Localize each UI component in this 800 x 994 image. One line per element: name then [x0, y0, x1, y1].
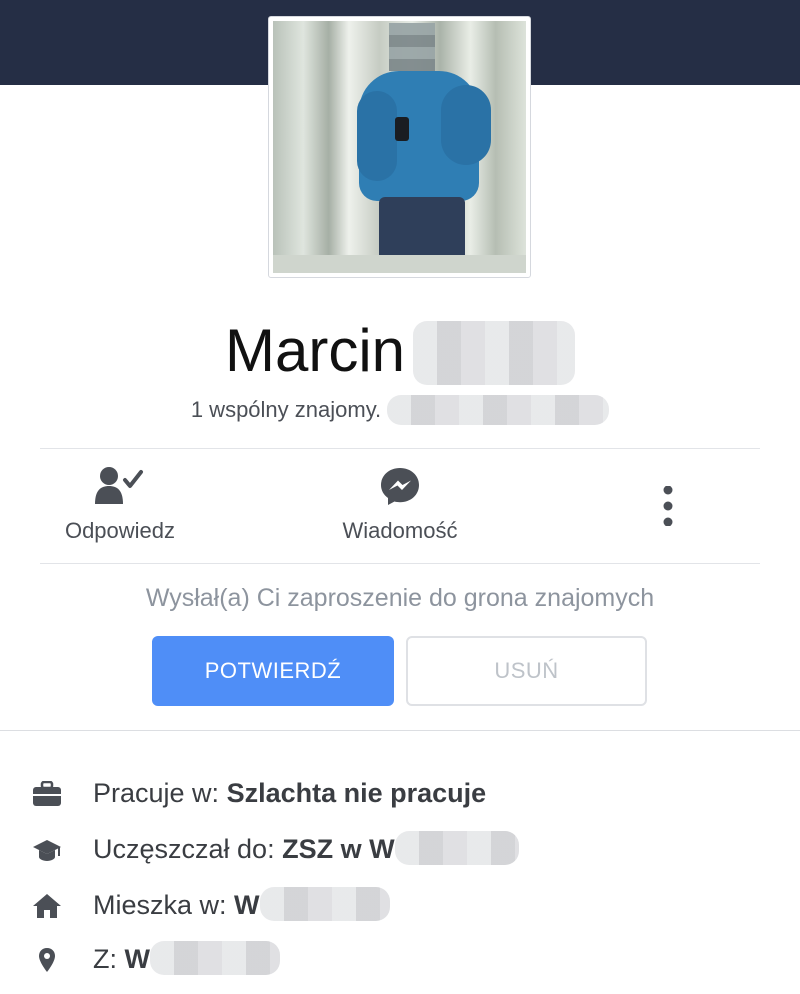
more-vertical-icon — [663, 486, 673, 526]
briefcase-icon — [33, 781, 61, 806]
more-options-button[interactable] — [640, 450, 696, 562]
info-from: Z: W — [0, 934, 800, 984]
from-value[interactable]: W — [125, 944, 150, 974]
mutual-friends-text: 1 wspólny znajomy. — [190, 397, 382, 422]
redacted-surname — [413, 321, 576, 385]
divider-top — [40, 448, 760, 449]
reply-label: Odpowiedz — [64, 518, 176, 543]
confirm-button[interactable]: POTWIERDŹ — [152, 636, 394, 706]
profile-photo[interactable] — [268, 16, 531, 278]
work-value[interactable]: Szlachta nie pracuje — [227, 778, 487, 808]
location-pin-icon — [39, 948, 55, 972]
graduation-cap-icon — [33, 840, 61, 861]
redacted-school — [394, 831, 519, 865]
profile-photo-image — [273, 21, 526, 273]
school-prefix: Uczęszczał do: — [93, 834, 275, 864]
info-work: Pracuje w: Szlachta nie pracuje — [0, 768, 800, 818]
lives-prefix: Mieszka w: — [93, 890, 227, 920]
from-prefix: Z: — [93, 944, 117, 974]
friend-request-text: Wysłał(a) Ci zaproszenie do grona znajom… — [145, 584, 655, 612]
friend-reply-icon — [95, 467, 143, 504]
info-lives: Mieszka w: W — [0, 880, 800, 930]
lives-value[interactable]: W — [234, 890, 259, 920]
message-button[interactable]: Wiadomość — [320, 450, 480, 562]
profile-actions: Odpowiedz Wiadomość — [40, 450, 760, 562]
info-school: Uczęszczał do: ZSZ w W — [0, 824, 800, 874]
work-prefix: Pracuje w: — [93, 778, 220, 808]
redacted-hometown — [150, 941, 280, 975]
remove-button[interactable]: USUŃ — [406, 636, 647, 706]
reply-button[interactable]: Odpowiedz — [40, 450, 200, 562]
profile-name-row: Marcin — [0, 314, 800, 388]
message-label: Wiadomość — [342, 518, 458, 543]
profile-name: Marcin — [224, 317, 406, 384]
pixelated-face — [389, 23, 435, 71]
divider-bottom — [0, 730, 800, 731]
redacted-city — [259, 887, 390, 921]
divider-middle — [40, 563, 760, 564]
redacted-mutual-name — [387, 395, 610, 425]
mutual-friends-row[interactable]: 1 wspólny znajomy. — [0, 394, 800, 428]
messenger-icon — [381, 468, 419, 505]
school-value[interactable]: ZSZ w W — [282, 834, 394, 864]
home-icon — [33, 894, 61, 918]
